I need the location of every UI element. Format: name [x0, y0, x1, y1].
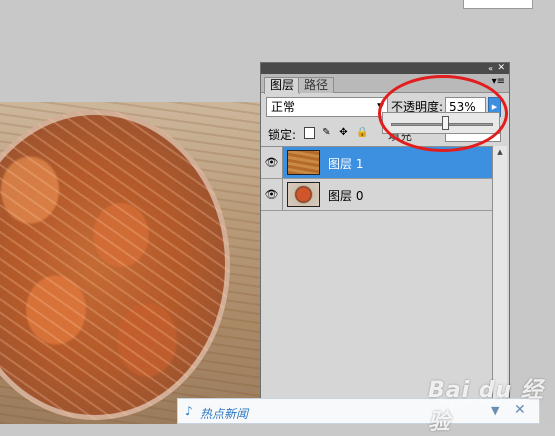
eye-icon[interactable]: 👁 [261, 147, 283, 178]
layer-thumbnail-wood [287, 150, 320, 175]
annotation-highlight-ring [378, 75, 508, 152]
document-window-edge [463, 0, 533, 9]
news-title[interactable]: 热点新闻 [200, 405, 248, 422]
baidu-watermark-url: jingyan.baidu.com [436, 398, 537, 408]
layer-row-0[interactable]: 👁 图层 0 [261, 179, 492, 211]
lock-image-pixels-brush-icon[interactable]: ✎ [321, 127, 332, 139]
collapse-panel-icon[interactable]: « [488, 63, 493, 74]
eye-icon[interactable]: 👁 [261, 179, 283, 210]
tab-paths[interactable]: 路径 [298, 77, 335, 93]
lock-all-icon[interactable]: 🔒 [356, 127, 368, 139]
lock-transparent-pixels-icon[interactable] [304, 127, 315, 139]
wood-overlay-texture [0, 110, 230, 420]
scroll-up-icon[interactable]: ▲ [493, 146, 507, 159]
layer-name: 图层 0 [328, 189, 364, 203]
image-document[interactable] [0, 102, 262, 424]
lock-label: 锁定: [268, 128, 297, 142]
panel-menu-icon[interactable]: ▾≡ [492, 76, 505, 87]
panel-title-bar[interactable]: « ✕ [261, 63, 509, 74]
layers-list: 👁 图层 1 👁 图层 0 [261, 146, 492, 211]
blend-mode-value: 正常 [271, 100, 296, 114]
tab-layers[interactable]: 图层 [264, 77, 301, 94]
layer-name: 图层 1 [328, 157, 364, 171]
layer-row-1[interactable]: 👁 图层 1 [261, 147, 492, 179]
blend-mode-select[interactable]: 正常 ▼ [266, 97, 388, 117]
layer-thumbnail-shrimp [287, 182, 320, 207]
lock-position-move-icon[interactable]: ✥ [338, 127, 349, 139]
close-icon[interactable]: ✕ [497, 63, 505, 74]
news-icon: ♪ [185, 404, 193, 418]
